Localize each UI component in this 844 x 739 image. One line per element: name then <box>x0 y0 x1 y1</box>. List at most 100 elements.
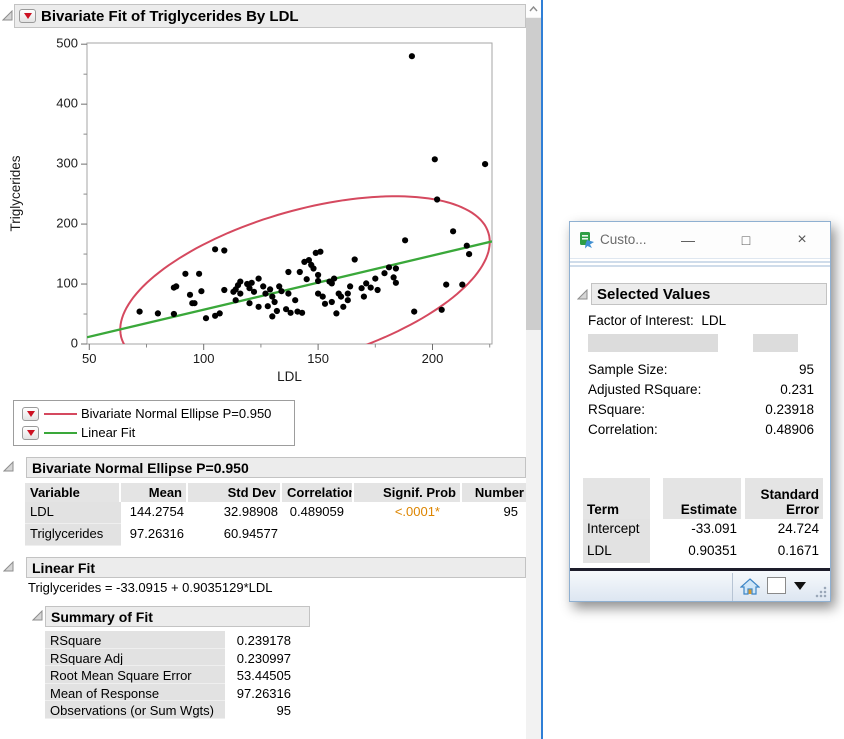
factor-of-interest: Factor of Interest: LDL <box>588 313 726 328</box>
row-label: LDL <box>583 541 650 563</box>
legend-label: Linear Fit <box>81 425 135 440</box>
stat-row: RSquare: 0.23918 <box>588 399 814 419</box>
summary-of-fit-table: RSquare 0.239178 RSquare Adj 0.230997 Ro… <box>45 631 295 719</box>
scroll-up-arrow[interactable] <box>526 0 541 17</box>
table-row: Triglycerides 97.26316 60.94577 <box>25 524 528 546</box>
scatter-plot[interactable]: 010020030040050050100150200LDLTriglyceri… <box>0 34 500 390</box>
svg-text:LDL: LDL <box>277 369 302 384</box>
ellipse-stats-table: Variable Mean Std Dev Correlation Signif… <box>25 483 528 546</box>
cell-stddev: 32.98908 <box>188 502 282 524</box>
cell-stderr: 24.724 <box>745 519 823 541</box>
row-label: RSquare Adj <box>45 649 225 667</box>
coefficient-table: Term Estimate Standard Error Intercept -… <box>583 478 823 563</box>
color-swatch-button[interactable] <box>767 577 786 594</box>
vertical-scrollbar[interactable] <box>526 0 541 739</box>
red-triangle-menu-button[interactable] <box>22 407 39 421</box>
svg-text:200: 200 <box>422 351 444 366</box>
cell-number: 95 <box>462 502 528 524</box>
red-triangle-icon <box>27 411 35 417</box>
red-triangle-menu-button[interactable] <box>19 9 36 23</box>
custom-values-window: Custo... — □ × Selected Values Factor of… <box>569 221 831 602</box>
cell-signif-prob <box>354 524 462 546</box>
svg-text:0: 0 <box>71 335 78 350</box>
col-header: Mean <box>121 483 188 502</box>
row-value: 53.44505 <box>225 666 295 684</box>
home-icon[interactable] <box>740 577 760 597</box>
linear-fit-line-swatch <box>44 432 77 434</box>
window-title: Custo... <box>600 232 647 247</box>
svg-text:400: 400 <box>56 96 78 111</box>
col-header: Number <box>462 483 528 502</box>
col-header-estimate: Estimate <box>663 478 741 519</box>
linear-fit-section-header[interactable]: Linear Fit <box>26 557 526 578</box>
placeholder-header-cell <box>588 334 718 352</box>
red-triangle-menu-button[interactable] <box>22 426 39 440</box>
section-title: Bivariate Normal Ellipse P=0.950 <box>32 460 249 476</box>
table-row: Mean of Response 97.26316 <box>45 684 295 702</box>
legend-row-ellipse: Bivariate Normal Ellipse P=0.950 <box>22 404 294 423</box>
cell-stderr: 0.1671 <box>745 541 823 563</box>
window-title-bar[interactable]: Custo... — □ × <box>570 222 830 259</box>
row-label: Root Mean Square Error <box>45 666 225 684</box>
row-label: LDL <box>25 502 121 524</box>
disclosure-icon[interactable] <box>3 461 15 473</box>
cell-stddev: 60.94577 <box>188 524 282 546</box>
section-title: Selected Values <box>597 286 710 303</box>
row-value: 0.239178 <box>225 631 295 649</box>
svg-text:300: 300 <box>56 156 78 171</box>
table-row: RSquare 0.239178 <box>45 631 295 649</box>
red-triangle-icon <box>24 13 32 19</box>
svg-text:100: 100 <box>193 351 215 366</box>
ellipse-line-swatch <box>44 413 77 415</box>
legend-label: Bivariate Normal Ellipse P=0.950 <box>81 406 271 421</box>
summary-of-fit-header[interactable]: Summary of Fit <box>45 606 310 627</box>
maximize-button[interactable]: □ <box>732 228 760 251</box>
disclosure-icon[interactable] <box>32 610 44 622</box>
window-content: Selected Values Factor of Interest: LDL … <box>570 267 830 568</box>
scrollbar-thumb[interactable] <box>526 18 541 330</box>
cell-signif-prob: <.0001* <box>354 502 462 524</box>
window-border-accent <box>541 0 543 739</box>
minimize-button[interactable]: — <box>674 228 702 251</box>
factor-label: Factor of Interest: <box>588 313 694 328</box>
legend-row-linear: Linear Fit <box>22 423 294 442</box>
cell-estimate: -33.091 <box>663 519 741 541</box>
col-header-stderr: Standard Error <box>745 478 823 519</box>
col-header: Signif. Prob <box>354 483 462 502</box>
row-label: Triglycerides <box>25 524 121 546</box>
stat-row: Correlation: 0.48906 <box>588 419 814 439</box>
dropdown-arrow-icon[interactable] <box>794 582 806 590</box>
row-value: 95 <box>225 701 295 719</box>
table-header-row: Variable Mean Std Dev Correlation Signif… <box>25 483 528 502</box>
row-label: Intercept <box>583 519 650 541</box>
stats-list: Sample Size: 95 Adjusted RSquare: 0.231 … <box>588 359 814 439</box>
row-label: Mean of Response <box>45 684 225 702</box>
table-row: Root Mean Square Error 53.44505 <box>45 666 295 684</box>
status-bar <box>570 568 830 601</box>
row-label: Observations (or Sum Wgts) <box>45 701 225 719</box>
col-header: Std Dev <box>188 483 282 502</box>
stat-value: 95 <box>799 362 814 377</box>
stat-row: Adjusted RSquare: 0.231 <box>588 379 814 399</box>
linear-fit-equation: Triglycerides = -33.0915 + 0.9035129*LDL <box>28 580 273 595</box>
screen: Bivariate Fit of Triglycerides By LDL 0 1… <box>0 0 844 739</box>
ellipse-section-header[interactable]: Bivariate Normal Ellipse P=0.950 <box>26 457 526 478</box>
status-separator <box>732 573 733 601</box>
svg-text:150: 150 <box>307 351 329 366</box>
cell-mean: 144.2754 <box>121 502 188 524</box>
stat-value: 0.23918 <box>765 402 814 417</box>
stat-label: Sample Size: <box>588 362 668 377</box>
selected-values-header[interactable]: Selected Values <box>591 283 827 305</box>
disclosure-icon[interactable] <box>577 289 589 301</box>
cell-estimate: 0.90351 <box>663 541 741 563</box>
resize-grip[interactable] <box>815 586 827 598</box>
col-header-term: Term <box>583 478 650 519</box>
section-title: Linear Fit <box>32 560 95 576</box>
disclosure-icon[interactable] <box>3 561 15 573</box>
disclosure-icon[interactable] <box>2 10 14 22</box>
close-button[interactable]: × <box>788 228 816 251</box>
svg-text:200: 200 <box>56 216 78 231</box>
report-title-bar[interactable]: Bivariate Fit of Triglycerides By LDL <box>14 4 526 28</box>
table-header-row: Term Estimate Standard Error <box>583 478 823 519</box>
placeholder-header-cell <box>753 334 798 352</box>
